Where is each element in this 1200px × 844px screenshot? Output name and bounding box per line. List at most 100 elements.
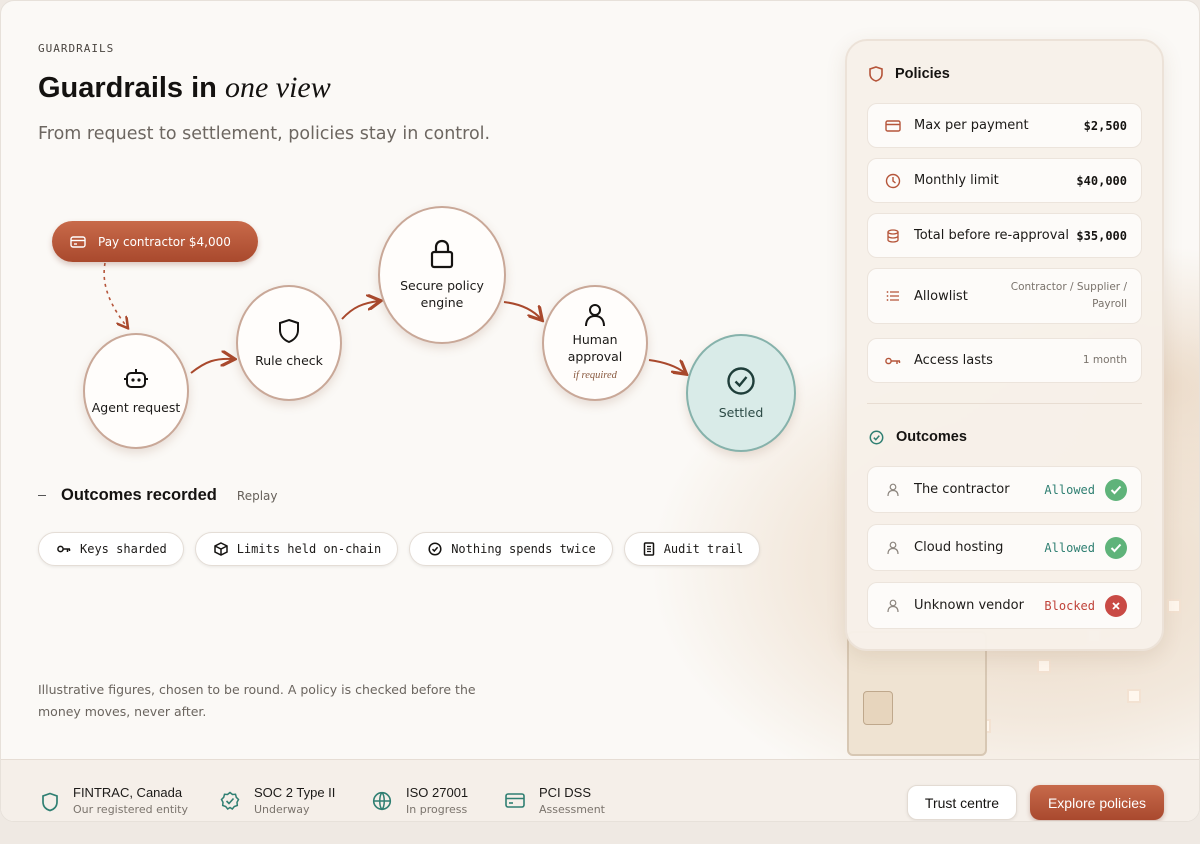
badge-check-icon (220, 791, 240, 811)
disclaimer-text: Illustrative figures, chosen to be round… (38, 682, 476, 719)
outcomes-header: Outcomes (869, 429, 967, 445)
card-icon (70, 235, 86, 248)
cert-title: PCI DSS (539, 785, 592, 800)
collapse-dash-icon[interactable] (38, 494, 46, 497)
policy-row[interactable]: Total before re-approval $35,000 (867, 213, 1142, 258)
arrow-rule-to-engine (341, 301, 379, 320)
outcome-row[interactable]: The contractor Allowed (867, 466, 1142, 513)
policies-panel: Policies Max per payment $2,500 Monthly … (845, 39, 1164, 651)
policy-value: 1 month (1082, 354, 1127, 366)
arrow-engine-to-human (503, 301, 541, 319)
person-icon (887, 483, 899, 496)
policy-name: Max per payment (914, 118, 1029, 133)
card-chip (863, 691, 893, 725)
outcome-status: Allowed (1044, 540, 1095, 555)
cert-soc2: SOC 2 Type II Underway (220, 785, 335, 816)
cert-title: ISO 27001 (406, 785, 469, 800)
outcome-row[interactable]: Cloud hosting Allowed (867, 524, 1142, 571)
chip-nothing-spends-twice: Nothing spends twice (409, 532, 613, 566)
arrow-request-to-agent (103, 262, 127, 327)
replay-link[interactable]: Replay (237, 489, 278, 503)
policy-name: Monthly limit (914, 173, 999, 188)
cert-sub: In progress (406, 803, 468, 816)
cert-title: FINTRAC, Canada (73, 785, 183, 800)
policy-name: Total before re-approval (914, 228, 1069, 243)
policy-row[interactable]: Max per payment $2,500 (867, 103, 1142, 148)
node-label: Secure policy engine (400, 278, 484, 310)
policy-value: $2,500 (1083, 118, 1127, 133)
globe-icon (372, 791, 392, 811)
outcome-name: Unknown vendor (914, 598, 1024, 613)
outcome-name: Cloud hosting (914, 540, 1004, 555)
node-label: Rule check (255, 352, 323, 368)
node-label: Settled (718, 404, 764, 420)
outcome-row[interactable]: Unknown vendor Blocked (867, 582, 1142, 629)
policies-header: Policies (869, 66, 950, 82)
cert-iso: ISO 27001 In progress (372, 785, 468, 816)
check-circle-icon (428, 542, 442, 556)
outcomes-title: Outcomes (896, 429, 967, 445)
document-icon (643, 542, 654, 556)
cert-sub: Assessment (539, 803, 605, 816)
pay-contractor-request-pill[interactable]: Pay contractor $4,000 (52, 221, 258, 262)
cert-title: SOC 2 Type II (254, 785, 336, 800)
blocked-x-icon (1105, 594, 1127, 617)
list-icon (886, 291, 899, 301)
policy-value: $35,000 (1076, 228, 1127, 243)
shield-icon (869, 66, 883, 82)
panel-divider (867, 403, 1142, 404)
chip-keys-sharded: Keys sharded (38, 532, 184, 566)
cert-sub: Underway (254, 803, 310, 816)
lock-icon (430, 239, 454, 269)
policy-value: $40,000 (1076, 173, 1127, 188)
policies-title: Policies (895, 66, 950, 82)
compliance-footer: FINTRAC, Canada Our registered entity SOC… (1, 759, 1199, 821)
cert-fintrac: FINTRAC, Canada Our registered entity (41, 785, 188, 816)
policy-row[interactable]: Access lasts 1 month (867, 338, 1142, 383)
node-settled: Settled (686, 334, 796, 452)
database-icon (887, 228, 899, 243)
robot-icon (124, 368, 148, 388)
node-note: if required (573, 369, 617, 381)
person-icon (887, 541, 899, 554)
policy-name: Allowlist (914, 288, 968, 304)
node-human-approval: Human approval if required (542, 285, 648, 401)
shield-icon (279, 318, 299, 343)
node-label: Agent request (91, 399, 181, 415)
key-icon (57, 545, 71, 553)
guardrails-section: GUARDRAILS Guardrails in one view From r… (0, 0, 1200, 822)
outcome-status: Blocked (1044, 598, 1095, 613)
cert-sub: Our registered entity (73, 803, 189, 816)
person-icon (585, 303, 605, 326)
node-agent-request: Agent request (83, 333, 189, 449)
arrow-human-to-settled (648, 359, 685, 373)
check-circle-icon (869, 430, 884, 444)
allowed-check-icon (1105, 478, 1127, 501)
trust-centre-button[interactable]: Trust centre (907, 785, 1017, 820)
node-secure-policy-engine: Secure policy engine (378, 206, 506, 344)
outcome-name: The contractor (914, 482, 1010, 497)
chip-label: Audit trail (663, 542, 744, 556)
policy-row[interactable]: Allowlist Contractor / Supplier / Payrol… (867, 268, 1142, 324)
explore-policies-button[interactable]: Explore policies (1030, 785, 1164, 820)
policy-row[interactable]: Monthly limit $40,000 (867, 158, 1142, 203)
key-icon (885, 357, 901, 364)
clock-icon (885, 173, 901, 188)
card-icon (505, 793, 525, 808)
node-label: Human approval (567, 331, 623, 364)
shield-icon (42, 792, 58, 812)
card-icon (885, 119, 901, 132)
feature-chips: Keys sharded Limits held on-chain Nothin… (38, 532, 761, 566)
outcomes-recorded-label: Outcomes recorded (61, 486, 217, 504)
policy-value: Contractor / Supplier / Payroll (1010, 281, 1127, 310)
outcome-status: Allowed (1044, 482, 1095, 497)
allowed-check-icon (1105, 536, 1127, 559)
cube-icon (213, 542, 228, 556)
cert-pci: PCI DSS Assessment (505, 785, 605, 816)
chip-label: Nothing spends twice (451, 542, 596, 556)
chip-label: Keys sharded (80, 542, 167, 556)
node-rule-check: Rule check (236, 285, 342, 401)
outcomes-recorded-row: Outcomes recorded Replay (38, 486, 277, 505)
policy-name: Access lasts (914, 353, 993, 368)
check-circle-icon (727, 366, 755, 395)
